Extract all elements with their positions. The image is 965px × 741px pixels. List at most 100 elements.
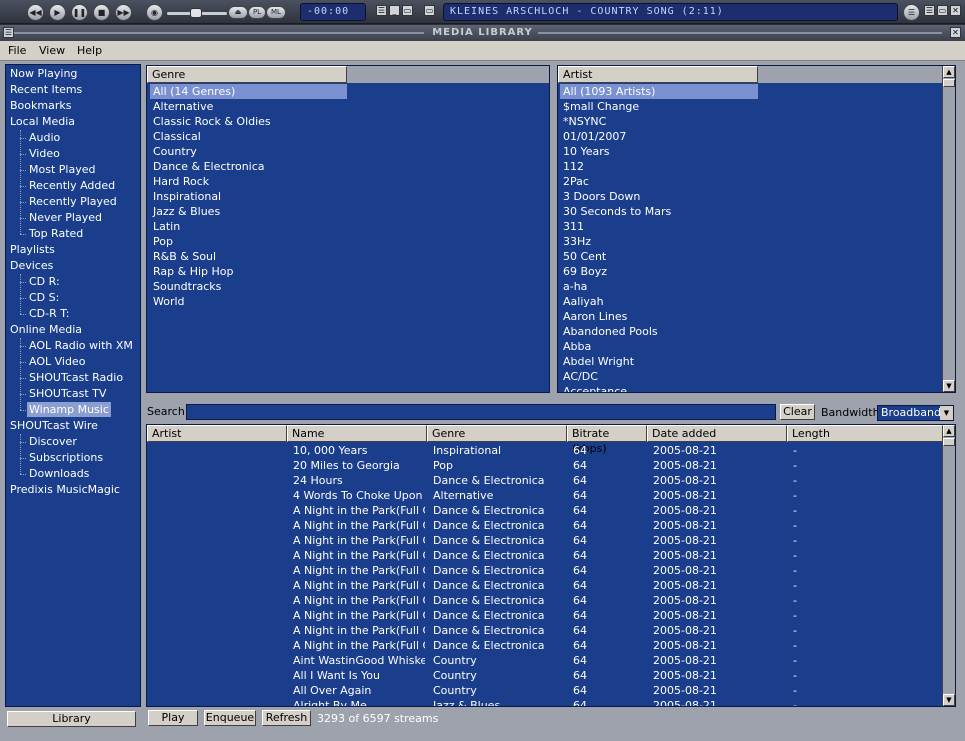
ml-button[interactable]: ML	[266, 6, 286, 19]
window-titlebar[interactable]: MEDIA LIBRARY ☰ ✕	[0, 25, 965, 41]
artist-item[interactable]: Aaliyah	[560, 294, 604, 309]
scroll-up-icon[interactable]: ▲	[943, 66, 955, 78]
table-row[interactable]: 4 Words To Choke Upon Alternative 64 2005-0…	[147, 488, 942, 503]
table-row[interactable]: Alright By Me Jazz & Blues 64 2005-08-21 -	[147, 698, 942, 706]
scroll-thumb[interactable]	[943, 79, 955, 87]
stop-icon[interactable]: ■	[93, 4, 110, 21]
genre-item[interactable]: Dance & Electronica	[150, 159, 265, 174]
artist-column-header[interactable]: Artist	[558, 66, 758, 83]
artist-item[interactable]: Abba	[560, 339, 591, 354]
artist-item[interactable]: 2Pac	[560, 174, 589, 189]
sidebar-item[interactable]: CD R:	[29, 274, 60, 289]
sidebar-item[interactable]: Discover	[29, 434, 77, 449]
table-row[interactable]: A Night in the Park(Full C... Dance & Ele…	[147, 608, 942, 623]
artist-item[interactable]: Abandoned Pools	[560, 324, 658, 339]
column-header[interactable]: Artist	[147, 425, 287, 442]
menu-icon[interactable]: ☰	[376, 5, 387, 16]
shade-icon-2[interactable]: ▭	[937, 5, 948, 16]
table-row[interactable]: A Night in the Park(Full C... Dance & Ele…	[147, 563, 942, 578]
pl-button[interactable]: PL	[248, 6, 266, 19]
minimize-icon[interactable]: _	[389, 5, 400, 16]
genre-pane[interactable]: Genre All (14 Genres) Alternative Classic …	[146, 65, 550, 393]
shade-toggle-icon[interactable]: ▭	[424, 5, 435, 16]
track-title-display[interactable]: KLEINES ARSCHLOCH - COUNTRY SONG (2:11)	[443, 3, 898, 21]
sidebar-item[interactable]: CD S:	[29, 290, 59, 305]
column-header[interactable]: Name	[287, 425, 427, 442]
sidebar-item[interactable]: Video	[29, 146, 60, 161]
genre-item[interactable]: Alternative	[150, 99, 213, 114]
table-row[interactable]: A Night in the Park(Full C... Dance & Ele…	[147, 518, 942, 533]
bandwidth-select[interactable]: Broadband ▼	[877, 405, 954, 421]
sidebar-item[interactable]: Recently Played	[29, 194, 117, 209]
shade-icon[interactable]: ▭	[402, 5, 413, 16]
refresh-button[interactable]: Refresh	[262, 710, 311, 726]
volume-icon[interactable]: ◉	[146, 4, 163, 21]
artist-item[interactable]: $mall Change	[560, 99, 639, 114]
artist-item[interactable]: 33Hz	[560, 234, 591, 249]
artist-item[interactable]: a-ha	[560, 279, 587, 294]
genre-item[interactable]: Rap & Hip Hop	[150, 264, 234, 279]
table-row[interactable]: A Night in the Park(Full C... Dance & Ele…	[147, 638, 942, 653]
table-row[interactable]: 24 Hours Dance & Electronica 64 2005-08-21 -	[147, 473, 942, 488]
pause-icon[interactable]: ❚❚	[71, 4, 88, 21]
genre-item[interactable]: Country	[150, 144, 197, 159]
sidebar-item[interactable]: Recently Added	[29, 178, 115, 193]
genre-column-header[interactable]: Genre	[147, 66, 347, 83]
column-header[interactable]: Length	[787, 425, 943, 442]
artist-item[interactable]: 112	[560, 159, 584, 174]
sidebar-item[interactable]: SHOUTcast TV	[29, 386, 106, 401]
artist-item[interactable]: All (1093 Artists)	[560, 84, 758, 99]
artist-item[interactable]: 311	[560, 219, 584, 234]
sidebar-item[interactable]: SHOUTcast Radio	[29, 370, 123, 385]
next-icon[interactable]: ▶▶	[115, 4, 132, 21]
column-header[interactable]: Genre	[427, 425, 567, 442]
sidebar-item[interactable]: Winamp Music	[27, 402, 111, 417]
artist-item[interactable]: 10 Years	[560, 144, 610, 159]
table-row[interactable]: Aint WastinGood Whiskey Country 64 2005-08-…	[147, 653, 942, 668]
artist-item[interactable]: *NSYNC	[560, 114, 606, 129]
playlist-menu-icon[interactable]: ☰	[903, 4, 920, 21]
table-row[interactable]: 20 Miles to Georgia Pop 64 2005-08-21 -	[147, 458, 942, 473]
artist-item[interactable]: 30 Seconds to Mars	[560, 204, 671, 219]
artist-item[interactable]: 01/01/2007	[560, 129, 626, 144]
genre-item[interactable]: All (14 Genres)	[150, 84, 347, 99]
sidebar-item[interactable]: SHOUTcast Wire	[10, 418, 98, 433]
artist-item[interactable]: 3 Doors Down	[560, 189, 640, 204]
tracks-scrollbar[interactable]: ▲ ▼	[942, 425, 955, 706]
genre-item[interactable]: Pop	[150, 234, 173, 249]
table-row[interactable]: A Night in the Park(Full C... Dance & Ele…	[147, 578, 942, 593]
sidebar-item[interactable]: Subscriptions	[29, 450, 103, 465]
scroll-down-icon[interactable]: ▼	[943, 380, 955, 392]
table-row[interactable]: A Night in the Park(Full C... Dance & Ele…	[147, 548, 942, 563]
sidebar-tree[interactable]: Now Playing Recent Items Bookmarks Local Me…	[5, 64, 141, 707]
genre-item[interactable]: Classic Rock & Oldies	[150, 114, 271, 129]
genre-item[interactable]: Soundtracks	[150, 279, 221, 294]
sidebar-item[interactable]: Playlists	[10, 242, 55, 257]
artist-item[interactable]: AC/DC	[560, 369, 598, 384]
menu-view[interactable]: View	[39, 44, 65, 57]
sidebar-item[interactable]: CD-R T:	[29, 306, 69, 321]
genre-item[interactable]: Classical	[150, 129, 201, 144]
menu-file[interactable]: File	[8, 44, 26, 57]
genre-item[interactable]: Jazz & Blues	[150, 204, 220, 219]
sidebar-item[interactable]: Devices	[10, 258, 53, 273]
prev-icon[interactable]: ◀◀	[27, 4, 44, 21]
tracks-table[interactable]: ▲ ▼ Artist Name Genre Bitrate (kbps) Date ad…	[146, 424, 956, 707]
volume-slider-handle[interactable]	[190, 8, 202, 18]
column-header[interactable]: Bitrate (kbps)	[567, 425, 647, 455]
sidebar-item[interactable]: Top Rated	[29, 226, 83, 241]
library-button[interactable]: Library	[7, 711, 136, 727]
close-icon[interactable]: ✕	[950, 5, 961, 16]
artist-item[interactable]: Abdel Wright	[560, 354, 634, 369]
genre-item[interactable]: World	[150, 294, 185, 309]
play-icon[interactable]: ▶	[49, 4, 66, 21]
sidebar-item[interactable]: Downloads	[29, 466, 89, 481]
eject-icon[interactable]: ⏏	[228, 6, 248, 19]
tracks-scroll-down-icon[interactable]: ▼	[943, 694, 955, 706]
chevron-down-icon[interactable]: ▼	[940, 406, 953, 420]
sidebar-item[interactable]: Recent Items	[10, 82, 82, 97]
genre-item[interactable]: Latin	[150, 219, 180, 234]
pane-splitter[interactable]	[550, 65, 556, 393]
artist-item[interactable]: Aaron Lines	[560, 309, 627, 324]
table-row[interactable]: A Night in the Park(Full C... Dance & Ele…	[147, 533, 942, 548]
